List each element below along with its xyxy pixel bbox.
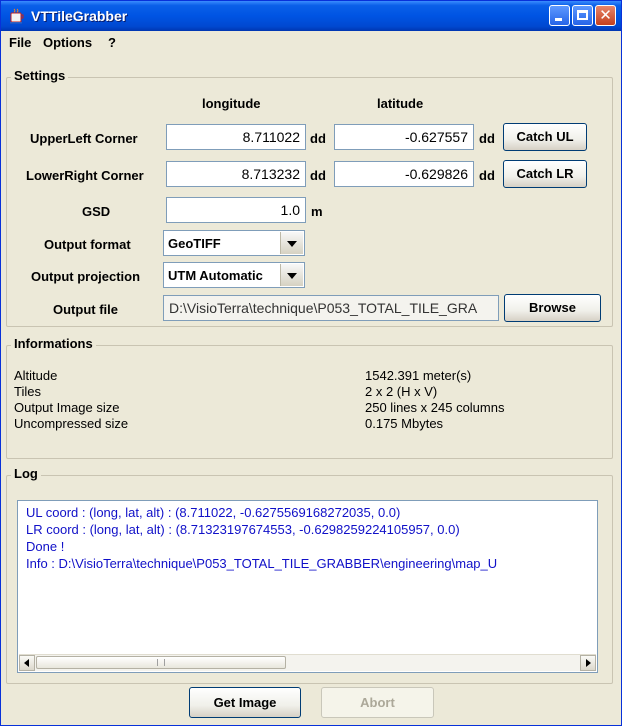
info-uncompressed-value: 0.175 Mbytes [365,416,444,431]
close-icon: ✕ [599,6,612,24]
lower-right-longitude-input[interactable]: 8.713232 [166,161,306,187]
log-title: Log [11,466,41,481]
get-image-button[interactable]: Get Image [189,687,301,718]
info-uncompressed-label: Uncompressed size [14,416,129,431]
info-altitude-value: 1542.391 meter(s) [365,368,472,383]
close-button[interactable]: ✕ [595,5,616,26]
informations-title: Informations [11,336,96,351]
catch-lr-button[interactable]: Catch LR [503,160,587,188]
grip-icon [157,659,165,666]
log-line: LR coord : (long, lat, alt) : (8.7132319… [26,522,460,537]
lower-right-label: LowerRight Corner [26,168,144,183]
info-altitude-label: Altitude [14,368,58,383]
menu-help[interactable]: ? [108,35,116,50]
catch-ul-button[interactable]: Catch UL [503,123,587,151]
lower-right-latitude-unit: dd [479,168,495,183]
info-tiles-label: Tiles [14,384,41,399]
java-cup-icon [10,8,24,24]
scroll-right-icon[interactable] [580,655,596,671]
menu-file[interactable]: File [9,35,31,50]
upper-left-longitude-unit: dd [310,131,326,146]
log-line: Done ! [26,539,65,554]
output-file-input[interactable]: D:\VisioTerra\technique\P053_TOTAL_TILE_… [163,295,499,321]
log-textarea[interactable]: UL coord : (long, lat, alt) : (8.711022,… [17,500,598,673]
output-file-label: Output file [53,302,118,317]
menu-bar: File Options ? [1,32,621,54]
output-projection-value: UTM Automatic [168,268,263,283]
app-window: VTTileGrabber ✕ File Options ? Settings … [0,0,622,726]
scroll-left-icon[interactable] [19,655,35,671]
gsd-unit: m [311,204,323,219]
lower-right-longitude-unit: dd [310,168,326,183]
output-format-label: Output format [44,237,131,252]
title-bar[interactable]: VTTileGrabber ✕ [1,1,621,31]
upper-left-latitude-unit: dd [479,131,495,146]
latitude-header: latitude [377,96,424,111]
horizontal-scrollbar[interactable] [19,654,596,671]
gsd-label: GSD [82,204,111,219]
abort-button[interactable]: Abort [321,687,434,718]
output-format-select[interactable]: GeoTIFF [163,230,305,256]
scrollbar-thumb[interactable] [36,656,286,669]
menu-options[interactable]: Options [43,35,92,50]
upper-left-label: UpperLeft Corner [30,131,138,146]
longitude-header: longitude [202,96,261,111]
output-projection-select[interactable]: UTM Automatic [163,262,305,288]
output-projection-label: Output projection [31,269,141,284]
maximize-icon [577,10,588,20]
info-tiles-value: 2 x 2 (H x V) [365,384,438,399]
upper-left-latitude-input[interactable]: -0.627557 [334,124,474,150]
minimize-button[interactable] [549,5,570,26]
browse-button[interactable]: Browse [504,294,601,322]
chevron-down-icon[interactable] [280,232,303,254]
info-image-size-value: 250 lines x 245 columns [365,400,505,415]
upper-left-longitude-input[interactable]: 8.711022 [166,124,306,150]
lower-right-latitude-input[interactable]: -0.629826 [334,161,474,187]
info-image-size-label: Output Image size [14,400,120,415]
gsd-input[interactable]: 1.0 [166,197,306,223]
informations-panel: Informations Altitude 1542.391 meter(s) … [6,336,613,459]
settings-panel: Settings longitude latitude UpperLeft Co… [6,68,613,327]
minimize-icon [555,18,562,21]
window-title: VTTileGrabber [31,8,128,24]
log-panel: Log UL coord : (long, lat, alt) : (8.711… [6,466,613,684]
settings-title: Settings [11,68,69,83]
chevron-down-icon[interactable] [280,264,303,286]
output-format-value: GeoTIFF [168,236,221,251]
maximize-button[interactable] [572,5,593,26]
log-line: UL coord : (long, lat, alt) : (8.711022,… [26,505,401,520]
log-line: Info : D:\VisioTerra\technique\P053_TOTA… [26,556,498,571]
